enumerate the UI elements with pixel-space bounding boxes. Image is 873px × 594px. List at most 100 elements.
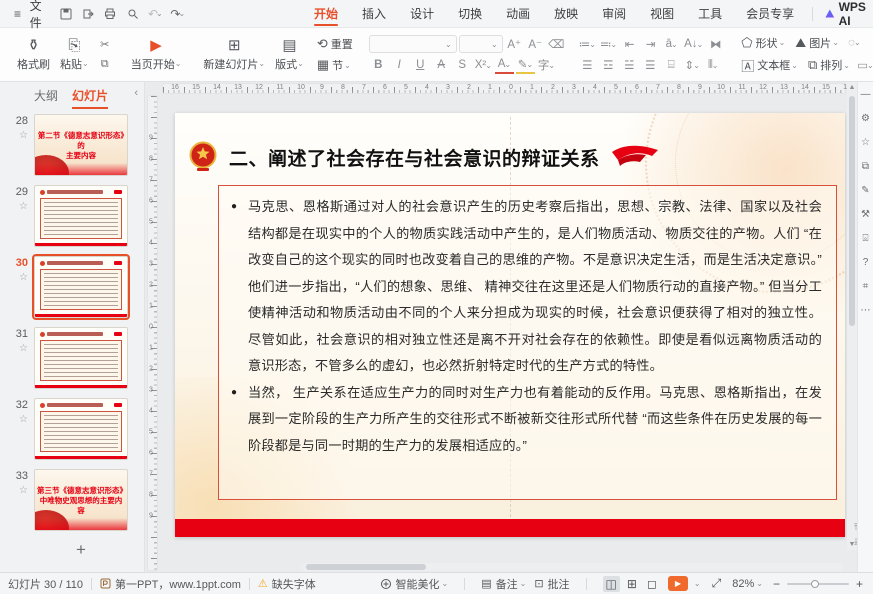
section-button[interactable]: ▦节⌄ — [313, 56, 357, 74]
slide-canvas[interactable]: 二、阐述了社会存在与社会意识的辩证关系 ● 马克思、恩格斯通过对人的社会意识产生… — [175, 113, 845, 537]
collapse-panel-icon[interactable]: ‹ — [134, 87, 138, 99]
font-size-select[interactable]: ⌄ — [459, 35, 503, 53]
line-spacing-icon[interactable]: ⇕⌄ — [683, 56, 702, 74]
comments-button[interactable]: ⊡ 批注 — [534, 576, 569, 592]
superscript-button[interactable]: X²⌄ — [474, 56, 493, 74]
textbox-button[interactable]: 🄰文本框⌄ — [737, 55, 802, 76]
missing-font-warning[interactable]: ⚠ 缺失字体 — [258, 576, 316, 592]
copy-icon[interactable]: ⧉ — [96, 57, 114, 73]
star-icon[interactable]: ☆ — [19, 485, 28, 496]
horizontal-scrollbar[interactable] — [300, 563, 843, 571]
output-icon[interactable] — [79, 4, 97, 24]
tab-insert[interactable]: 插入 — [350, 0, 398, 28]
slide-content-textbox[interactable]: ● 马克思、恩格斯通过对人的社会意识产生的历史考察后指出，思想、宗教、法律、国家… — [218, 185, 837, 500]
scrollbar-thumb[interactable] — [306, 564, 426, 570]
numbered-list-icon[interactable]: ≕⌄ — [599, 35, 618, 53]
normal-view-icon[interactable]: ◫ — [603, 576, 620, 592]
slide-title-text[interactable]: 二、阐述了社会存在与社会意识的辩证关系 — [229, 144, 600, 171]
highlight-color-button[interactable]: ✎⌄ — [516, 56, 535, 74]
redo-icon[interactable]: ↷⌄ — [169, 4, 187, 24]
slides-tab[interactable]: 幻灯片 — [72, 87, 108, 104]
horizontal-ruler[interactable]: 1615141312111098765432101234567891011121… — [162, 83, 846, 94]
vertical-scrollbar[interactable]: ▲ ▼ — [847, 82, 857, 550]
help-icon[interactable]: ? — [863, 258, 869, 268]
resource-book-icon[interactable]: ⌻ — [863, 234, 869, 244]
wps-ai-button[interactable]: WPS AI — [819, 0, 873, 28]
font-color-button[interactable]: A⌄ — [495, 56, 514, 74]
star-icon[interactable]: ☆ — [19, 130, 28, 141]
play-dropdown-icon[interactable]: ⌄ — [694, 579, 701, 588]
print-icon[interactable] — [101, 4, 119, 24]
save-icon[interactable] — [56, 4, 74, 24]
add-slide-button[interactable]: + — [34, 540, 128, 560]
decrease-font-icon[interactable]: A⁻ — [526, 35, 545, 53]
design-edit-icon[interactable]: ✎ — [861, 186, 869, 196]
zoom-thumb[interactable] — [811, 580, 819, 588]
effects-star-icon[interactable]: ☆ — [861, 138, 870, 148]
slide-thumbnail-29[interactable] — [34, 185, 128, 247]
slide-title-row[interactable]: 二、阐述了社会存在与社会意识的辩证关系 — [189, 131, 831, 183]
vertical-ruler[interactable]: 9876543210123456789 — [147, 95, 158, 571]
char-spacing-button[interactable]: 字⌄ — [537, 56, 556, 74]
zoom-in-icon[interactable]: + — [854, 577, 865, 591]
slide-thumbnail-28[interactable]: 第二节《德意志意识形态》的 主要内容 — [34, 114, 128, 176]
tab-home[interactable]: 开始 — [302, 0, 350, 28]
slide-thumbnail-30-selected[interactable] — [34, 256, 128, 318]
format-painter-button[interactable]: ⚱ 格式刷 — [12, 36, 55, 74]
footer-source[interactable]: 第一PPT，www.1ppt.com — [100, 576, 241, 592]
tab-review[interactable]: 审阅 — [590, 0, 638, 28]
notes-button[interactable]: ▤ 备注⌄ — [481, 576, 526, 592]
slide-thumbnail-31[interactable] — [34, 327, 128, 389]
convert-smartart-icon[interactable]: ⧓ — [706, 35, 725, 53]
tab-tools[interactable]: 工具 — [686, 0, 734, 28]
text-shadow-button[interactable]: S — [453, 56, 472, 74]
tab-slideshow[interactable]: 放映 — [542, 0, 590, 28]
align-left-icon[interactable]: ☰ — [578, 56, 597, 74]
scroll-up-icon[interactable]: ▲ — [847, 84, 857, 91]
slide-thumbnail-32[interactable] — [34, 398, 128, 460]
print-preview-icon[interactable] — [124, 4, 142, 24]
zoom-level[interactable]: 82%⌄ — [732, 578, 763, 590]
font-family-select[interactable]: ⌄ — [369, 35, 457, 53]
cut-icon[interactable]: ✂ — [96, 37, 114, 53]
plugin-icon[interactable]: ⌗ — [863, 282, 869, 292]
bullet-list-icon[interactable]: ≔⌄ — [578, 35, 597, 53]
tab-membership[interactable]: 会员专享 — [734, 0, 806, 28]
scrollbar-thumb[interactable] — [849, 96, 855, 326]
strikethrough-button[interactable]: A — [432, 56, 451, 74]
start-current-page-button[interactable]: ▶ 当页开始⌄ — [126, 36, 187, 74]
play-slideshow-button[interactable]: ▶ — [668, 576, 688, 591]
reset-button[interactable]: ⟲重置 — [313, 35, 357, 53]
distribute-icon[interactable]: ⌸ — [662, 56, 681, 74]
italic-button[interactable]: I — [390, 56, 409, 74]
align-right-icon[interactable]: ☱ — [620, 56, 639, 74]
collapse-rail-icon[interactable]: — — [861, 90, 871, 100]
zoom-track[interactable] — [787, 583, 849, 585]
file-menu-button[interactable]: ≡ 文件 — [8, 0, 52, 33]
increase-indent-icon[interactable]: ⇥ — [641, 35, 660, 53]
bold-button[interactable]: B — [369, 56, 388, 74]
pinyin-icon[interactable]: ā⌄ — [662, 35, 681, 53]
paste-button[interactable]: ⎘ 粘贴⌄ — [55, 36, 94, 74]
text-direction-icon[interactable]: A↓⌄ — [683, 35, 704, 53]
arrange-button[interactable]: ⧉排列⌄ — [804, 56, 854, 74]
align-center-icon[interactable]: ☲ — [599, 56, 618, 74]
slide-sorter-view-icon[interactable]: ⊞ — [624, 576, 640, 592]
picture-button[interactable]: ⛰图片⌄ — [791, 34, 843, 52]
shapes-button[interactable]: ⬠形状⌄ — [737, 34, 789, 52]
fill-color-icon[interactable]: ◌⌄ — [845, 34, 864, 52]
new-slide-button[interactable]: ⊞ 新建幻灯片⌄ — [198, 36, 270, 74]
objects-icon[interactable]: ⧉ — [862, 162, 869, 172]
layout-button[interactable]: ▤ 版式⌄ — [270, 36, 309, 74]
star-icon[interactable]: ☆ — [19, 201, 28, 212]
tab-animation[interactable]: 动画 — [494, 0, 542, 28]
undo-icon[interactable]: ↶⌄ — [146, 4, 164, 24]
tab-design[interactable]: 设计 — [398, 0, 446, 28]
zoom-out-icon[interactable]: − — [771, 577, 782, 591]
bullet-text-2[interactable]: 当然， 生产关系在适应生产力的同时对生产力也有着能动的反作用。马克思、恩格斯指出… — [248, 380, 822, 460]
outline-style-icon[interactable]: ▭⌄ — [856, 56, 873, 74]
smart-beautify-button[interactable]: 智能美化⌄ — [380, 576, 449, 592]
decrease-indent-icon[interactable]: ⇤ — [620, 35, 639, 53]
more-tools-icon[interactable]: ⋯ — [861, 306, 871, 316]
outline-tab[interactable]: 大纲 — [34, 87, 58, 104]
